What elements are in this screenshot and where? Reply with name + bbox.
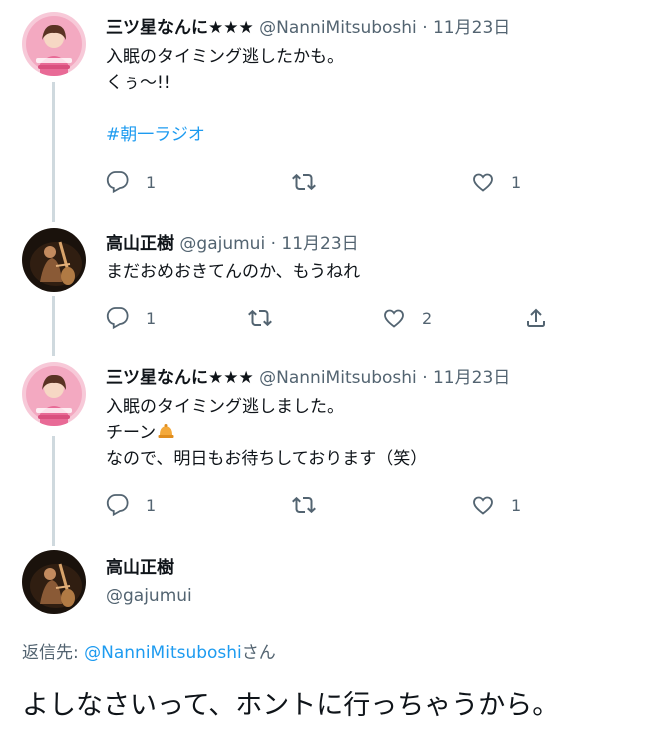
share-button[interactable]: [524, 306, 548, 330]
like-button[interactable]: 1: [471, 493, 521, 517]
reply-count: 1: [146, 308, 157, 328]
tweet-date[interactable]: · 11月23日: [271, 234, 359, 254]
tweet-line: なので、明日もお待ちしております（笑）: [106, 449, 428, 469]
tweet-line: 入眠のタイミング逃しました。: [106, 397, 344, 417]
avatar[interactable]: [22, 362, 86, 426]
main-tweet-text: よしなさいって、ホントに行っちゃうから。: [22, 690, 560, 721]
retweet-button[interactable]: [292, 170, 316, 194]
reply-icon: [106, 307, 129, 330]
avatar-gajumui-image: [22, 550, 86, 614]
reply-count: 1: [146, 495, 157, 515]
like-count: 1: [511, 172, 522, 192]
like-button[interactable]: 1: [471, 170, 521, 194]
avatar[interactable]: [22, 550, 86, 614]
retweet-icon: [292, 496, 316, 514]
reply-button[interactable]: 1: [106, 306, 156, 330]
tweet-date[interactable]: · 11月23日: [422, 18, 510, 38]
tweet-text: 入眠のタイミング逃しました。 チーン なので、明日もお待ちしております（笑）: [106, 394, 427, 472]
user-handle[interactable]: @NanniMitsuboshi: [259, 368, 417, 388]
avatar-gajumui-image: [22, 228, 86, 292]
hashtag-link[interactable]: #朝一ラジオ: [106, 125, 205, 145]
tweet-text: まだおめおきてんのか、もうねれ: [106, 262, 361, 282]
avatar-nanni-image: [22, 12, 86, 76]
thread-line: [52, 82, 55, 222]
tweet-line: 入眠のタイミング逃したかも。: [106, 47, 344, 67]
user-handle[interactable]: @gajumui: [106, 586, 192, 606]
user-handle[interactable]: @gajumui: [179, 234, 265, 254]
display-name[interactable]: 高山正樹: [106, 234, 174, 254]
thread-line: [52, 436, 55, 546]
display-name[interactable]: 三ツ星なんに★★★: [106, 18, 254, 38]
heart-icon: [473, 173, 493, 192]
avatar[interactable]: [22, 228, 86, 292]
reply-count: 1: [146, 172, 157, 192]
avatar[interactable]: [22, 12, 86, 76]
thread-line: [52, 296, 55, 356]
reply-to-line: 返信先: @NanniMitsuboshiさん: [22, 642, 276, 664]
tweet-date[interactable]: · 11月23日: [422, 368, 510, 388]
retweet-button[interactable]: [292, 493, 316, 517]
tweet-text: 入眠のタイミング逃したかも。 くぅ〜!! #朝一ラジオ: [106, 44, 344, 148]
tweet-line: くぅ〜!!: [106, 73, 171, 93]
heart-icon: [473, 496, 493, 515]
reply-button[interactable]: 1: [106, 493, 156, 517]
avatar-nanni-image: [22, 362, 86, 426]
reply-prefix: 返信先:: [22, 643, 79, 663]
heart-icon: [384, 309, 404, 328]
retweet-button[interactable]: [248, 306, 272, 330]
reply-suffix: さん: [241, 643, 276, 663]
display-name[interactable]: 三ツ星なんに★★★: [106, 368, 254, 388]
like-button[interactable]: 2: [382, 306, 432, 330]
bell-emoji-icon: [158, 424, 174, 438]
display-name[interactable]: 高山正樹: [106, 558, 174, 578]
reply-icon: [106, 171, 129, 194]
reply-icon: [106, 494, 129, 517]
share-icon: [527, 308, 545, 327]
tweet-line: チーン: [106, 423, 157, 443]
retweet-icon: [292, 173, 316, 191]
retweet-icon: [248, 309, 272, 327]
reply-mention-link[interactable]: @NanniMitsuboshi: [84, 643, 242, 663]
user-handle[interactable]: @NanniMitsuboshi: [259, 18, 417, 38]
like-count: 1: [511, 495, 522, 515]
like-count: 2: [422, 308, 433, 328]
reply-button[interactable]: 1: [106, 170, 156, 194]
